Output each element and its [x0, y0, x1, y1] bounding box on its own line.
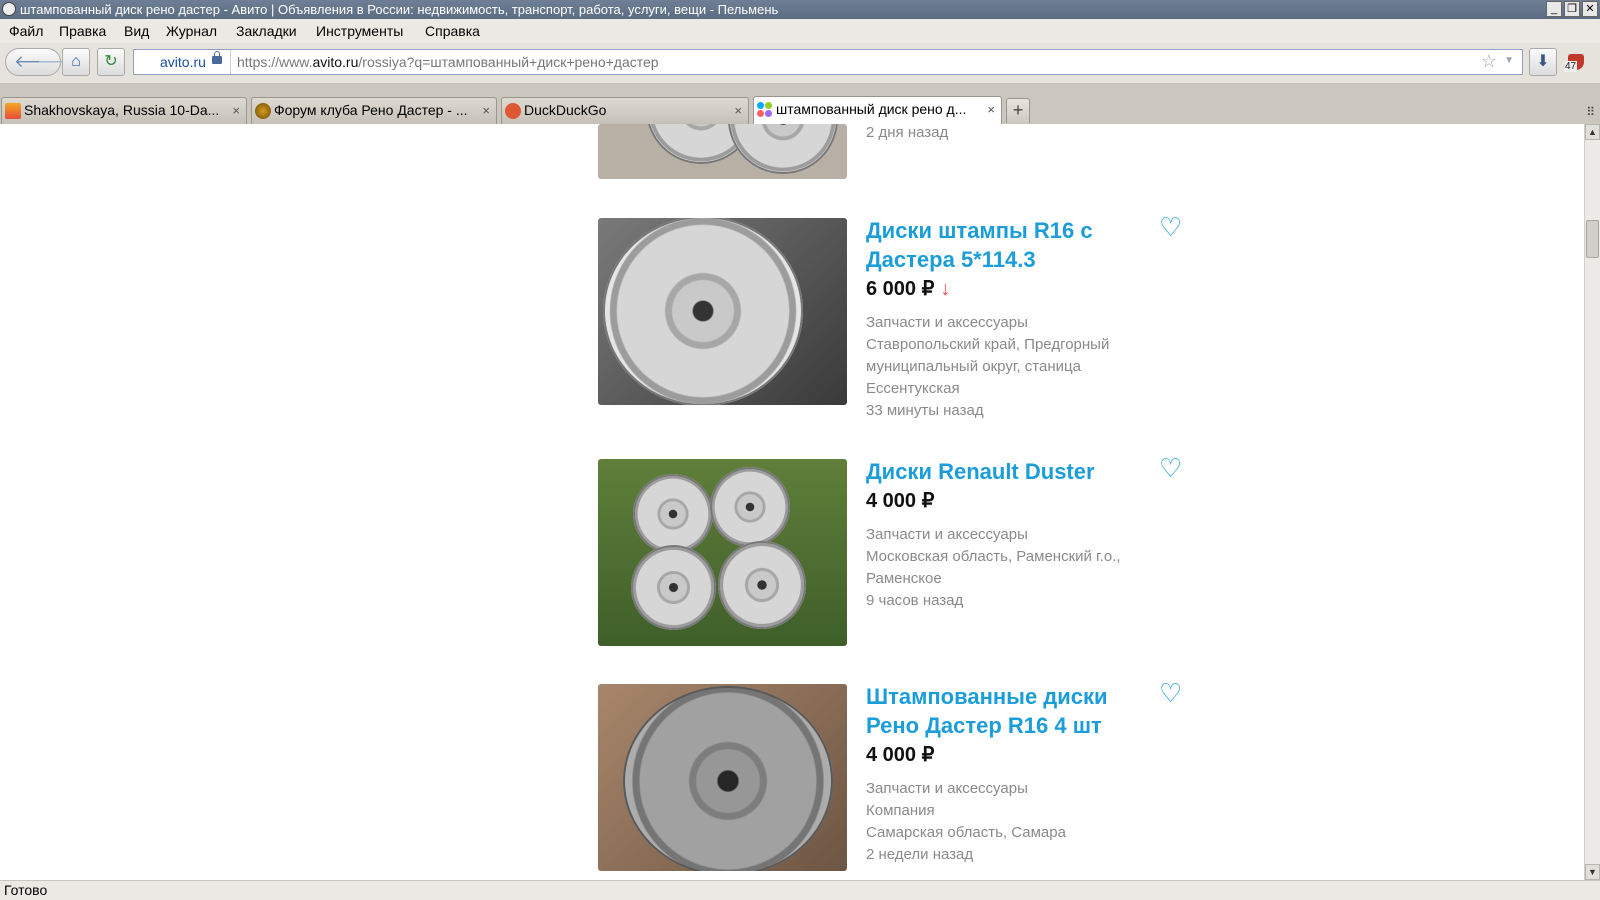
back-forward-group: 🡐 🡒	[5, 48, 83, 76]
tab-close-icon[interactable]: ×	[482, 98, 490, 123]
addon-button[interactable]: 47	[1564, 52, 1588, 74]
download-arrow-icon: ⬇	[1536, 53, 1550, 70]
window-controls: _ ❐ ✕	[1546, 1, 1598, 17]
wheel-image	[728, 124, 838, 174]
identity-domain: avito.ru	[160, 54, 206, 70]
menu-view[interactable]: Вид	[124, 23, 149, 39]
maximize-button[interactable]: ❐	[1564, 1, 1580, 17]
reload-button[interactable]: ↻	[97, 48, 125, 76]
menu-edit[interactable]: Правка	[59, 23, 106, 39]
window-titlebar: штампованный диск рено дастер - Авито | …	[0, 0, 1600, 19]
home-button[interactable]: ⌂	[62, 48, 90, 76]
tab-close-icon[interactable]: ×	[987, 97, 995, 122]
listing-price: 6 000 ₽ ↓	[866, 276, 950, 301]
listing-location: Ставропольский край, Предгорный муниципа…	[866, 336, 1110, 397]
listing-image[interactable]	[598, 124, 847, 179]
listing-time: 2 недели назад	[866, 846, 974, 863]
listing-meta: Запчасти и аксессуары Компания Самарская…	[866, 778, 1166, 866]
downloads-button[interactable]: ⬇	[1529, 48, 1557, 76]
listing-time: 33 минуты назад	[866, 402, 984, 419]
listing-title[interactable]: Штампованные диски Рено Дастер R16 4 шт	[866, 682, 1166, 740]
listing-seller: Компания	[866, 802, 935, 819]
tab-label: DuckDuckGo	[524, 102, 607, 118]
tab-list-icon[interactable]: ⠿	[1586, 105, 1595, 119]
forum-favicon-icon	[255, 103, 271, 119]
wheel-image	[631, 545, 716, 630]
tab-duckduckgo[interactable]: DuckDuckGo ×	[501, 97, 749, 124]
url-bar[interactable]: avito.ru https://www.avito.ru/rossiya?q=…	[133, 49, 1523, 75]
wheel-image	[633, 474, 713, 554]
wheel-image	[710, 467, 790, 547]
page-content: 2 дня назад ♡ Диски штампы R16 с Дастера…	[0, 124, 1584, 880]
home-icon: ⌂	[71, 53, 81, 70]
addon-badge: 47	[1564, 61, 1578, 72]
listing-category: Запчасти и аксессуары	[866, 314, 1028, 331]
listing-location: Московская область, Раменский г.о., Раме…	[866, 548, 1121, 587]
close-window-button[interactable]: ✕	[1582, 1, 1598, 17]
menu-help[interactable]: Справка	[425, 23, 480, 39]
wheel-image	[718, 541, 806, 629]
tab-strip: Shakhovskaya, Russia 10-Da... × Форум кл…	[0, 83, 1600, 124]
lock-icon	[212, 51, 222, 64]
window-title: штампованный диск рено дастер - Авито | …	[20, 2, 779, 17]
tab-shakhovskaya[interactable]: Shakhovskaya, Russia 10-Da... ×	[1, 97, 247, 124]
price-down-arrow-icon: ↓	[940, 278, 951, 300]
menu-bookmarks[interactable]: Закладки	[236, 23, 297, 39]
listing-image[interactable]	[598, 218, 847, 405]
url-path: /rossiya?q=штампованный+диск+рено+дастер	[358, 54, 659, 70]
new-tab-button[interactable]: +	[1006, 98, 1030, 123]
tab-close-icon[interactable]: ×	[232, 98, 240, 123]
menu-file[interactable]: Файл	[9, 23, 43, 39]
menubar: Файл Правка Вид Журнал Закладки Инструме…	[0, 19, 1600, 43]
listing-time: 9 часов назад	[866, 592, 964, 609]
menu-tools[interactable]: Инструменты	[316, 23, 403, 39]
listing-image[interactable]	[598, 684, 847, 871]
url-host: avito.ru	[312, 54, 359, 70]
navigation-toolbar: 🡐 🡒 ⌂ ↻ avito.ru https://www.avito.ru/ro…	[0, 43, 1600, 83]
url-input[interactable]: https://www.avito.ru/rossiya?q=штампован…	[237, 50, 659, 74]
listing-image[interactable]	[598, 459, 847, 646]
site-identity-button[interactable]: avito.ru	[134, 50, 231, 74]
reload-icon: ↻	[104, 53, 118, 70]
price-value: 6 000 ₽	[866, 278, 935, 300]
scrollbar-thumb[interactable]	[1586, 220, 1599, 258]
wheel-image	[623, 686, 833, 871]
scroll-up-arrow-icon[interactable]: ▲	[1585, 124, 1600, 140]
status-bar: Готово	[0, 880, 1600, 900]
status-text: Готово	[4, 882, 48, 898]
listing-time: 2 дня назад	[866, 124, 949, 141]
plus-icon: +	[1012, 100, 1024, 120]
bookmark-star-icon[interactable]: ☆	[1481, 51, 1497, 72]
weather-favicon-icon	[5, 103, 21, 119]
tab-avito-search[interactable]: штампованный диск рено д... ×	[753, 96, 1002, 124]
duckduckgo-favicon-icon	[505, 103, 521, 119]
wheel-image	[603, 218, 803, 405]
listing-location: Самарская область, Самара	[866, 824, 1066, 841]
vertical-scrollbar[interactable]: ▲ ▼	[1584, 124, 1600, 880]
url-history-dropdown-icon[interactable]: ▼	[1504, 55, 1514, 66]
listing-title[interactable]: Диски штампы R16 с Дастера 5*114.3	[866, 216, 1166, 274]
listing-title[interactable]: Диски Renault Duster	[866, 457, 1166, 486]
minimize-button[interactable]: _	[1546, 1, 1562, 17]
listing-category: Запчасти и аксессуары	[866, 780, 1028, 797]
tab-label: Shakhovskaya, Russia 10-Da...	[24, 102, 220, 118]
listing-price: 4 000 ₽	[866, 744, 935, 766]
url-prefix: https://www.	[237, 54, 313, 70]
listing-meta: Запчасти и аксессуары Московская область…	[866, 524, 1166, 612]
tab-close-icon[interactable]: ×	[734, 98, 742, 123]
tab-duster-forum[interactable]: Форум клуба Рено Дастер - ... ×	[251, 97, 497, 124]
menu-history[interactable]: Журнал	[166, 23, 217, 39]
tab-label: штампованный диск рено д...	[776, 101, 967, 117]
app-icon	[2, 2, 16, 16]
listing-price: 4 000 ₽	[866, 490, 935, 512]
tab-label: Форум клуба Рено Дастер - ...	[274, 102, 468, 118]
avito-favicon-icon	[757, 102, 773, 118]
listing-meta: Запчасти и аксессуары Ставропольский кра…	[866, 312, 1166, 422]
listing-category: Запчасти и аксессуары	[866, 526, 1028, 543]
scroll-down-arrow-icon[interactable]: ▼	[1585, 864, 1600, 880]
